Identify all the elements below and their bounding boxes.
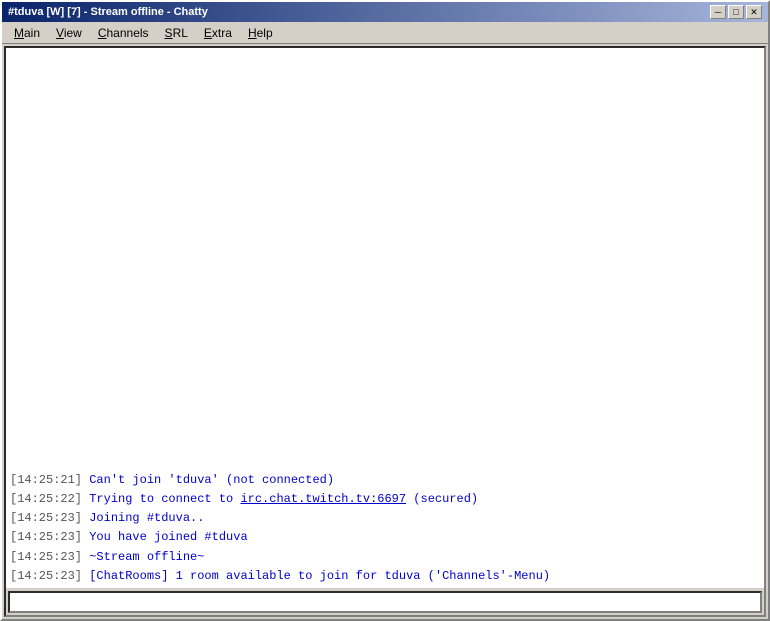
menu-bar: Main View Channels SRL Extra Help [2, 22, 768, 44]
menu-channels[interactable]: Channels [90, 24, 157, 42]
menu-extra[interactable]: Extra [196, 24, 240, 42]
timestamp: [14:25:23] [10, 511, 82, 525]
window-controls: ─ □ ✕ [710, 5, 762, 19]
msg-text: ~Stream offline~ [82, 550, 204, 564]
message-line: [14:25:23] [ChatRooms] 1 room available … [10, 567, 760, 586]
menu-help[interactable]: Help [240, 24, 281, 42]
message-line: [14:25:23] ~Stream offline~ [10, 548, 760, 567]
timestamp: [14:25:21] [10, 473, 82, 487]
close-button[interactable]: ✕ [746, 5, 762, 19]
maximize-button[interactable]: □ [728, 5, 744, 19]
messages-area: [14:25:21] Can't join 'tduva' (not conne… [10, 50, 760, 586]
msg-text-after: (secured) [406, 492, 478, 506]
main-content: [14:25:21] Can't join 'tduva' (not conne… [4, 46, 766, 617]
msg-text: You have joined #tduva [82, 530, 248, 544]
msg-link[interactable]: irc.chat.twitch.tv:6697 [240, 492, 406, 506]
app-window: #tduva [W] [7] - Stream offline - Chatty… [0, 0, 770, 621]
menu-main[interactable]: Main [6, 24, 48, 42]
menu-srl[interactable]: SRL [157, 24, 196, 42]
timestamp: [14:25:23] [10, 550, 82, 564]
timestamp: [14:25:22] [10, 492, 82, 506]
input-area [6, 588, 764, 615]
msg-text: Can't join 'tduva' (not connected) [82, 473, 334, 487]
message-line: [14:25:23] Joining #tduva.. [10, 509, 760, 528]
message-line: [14:25:21] Can't join 'tduva' (not conne… [10, 471, 760, 490]
msg-text: Joining #tduva.. [82, 511, 204, 525]
chat-input[interactable] [8, 591, 762, 613]
title-bar: #tduva [W] [7] - Stream offline - Chatty… [2, 2, 768, 22]
menu-view[interactable]: View [48, 24, 90, 42]
msg-text: [ChatRooms] 1 room available to join for… [82, 569, 550, 583]
message-line: [14:25:22] Trying to connect to irc.chat… [10, 490, 760, 509]
msg-text-before: Trying to connect to [82, 492, 240, 506]
message-line: [14:25:23] You have joined #tduva [10, 528, 760, 547]
title-text: #tduva [W] [7] - Stream offline - Chatty [8, 6, 208, 18]
minimize-button[interactable]: ─ [710, 5, 726, 19]
timestamp: [14:25:23] [10, 569, 82, 583]
timestamp: [14:25:23] [10, 530, 82, 544]
chat-area[interactable]: [14:25:21] Can't join 'tduva' (not conne… [6, 48, 764, 588]
